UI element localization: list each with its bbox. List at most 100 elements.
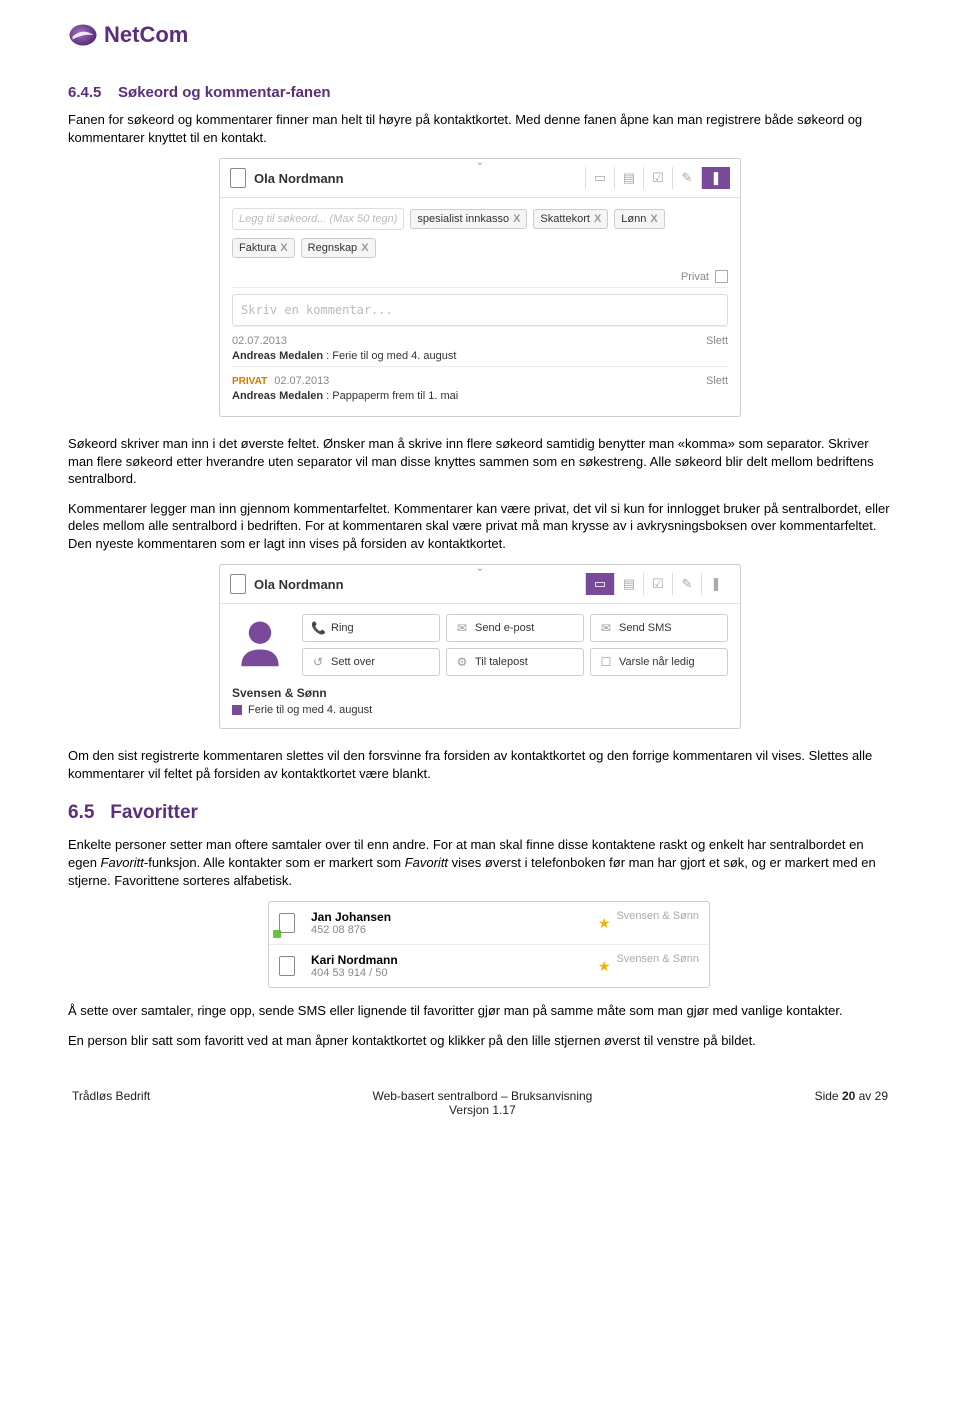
section-645-heading: 6.4.5 Søkeord og kommentar-fanen xyxy=(68,84,892,101)
footer-page-num: 20 xyxy=(842,1089,855,1103)
note-text: Ferie til og med 4. august xyxy=(248,704,372,716)
privat-checkbox[interactable] xyxy=(715,270,728,283)
text: -funksjon. Alle kontakter som er markert… xyxy=(144,855,405,870)
tag-lonn[interactable]: LønnX xyxy=(614,209,664,229)
btn-label: Til talepost xyxy=(475,656,528,668)
tab-card-icon[interactable]: ▤ xyxy=(614,573,643,595)
tab-details-icon[interactable]: ▭ xyxy=(585,167,614,189)
tag-skattekort[interactable]: Skattekort X xyxy=(533,209,608,229)
sett-over-button[interactable]: ↺ Sett over xyxy=(302,648,440,676)
tab-edit-icon[interactable]: ✎ xyxy=(672,167,701,189)
note-row: Ferie til og med 4. august xyxy=(232,704,728,716)
ring-button[interactable]: 📞 Ring xyxy=(302,614,440,642)
btn-label: Varsle når ledig xyxy=(619,656,695,668)
phone-icon xyxy=(279,956,295,976)
tag-row-2: FakturaX RegnskapX xyxy=(232,238,728,258)
footer-title: Web-basert sentralbord – Bruksanvisning xyxy=(372,1089,592,1103)
card2-contact-name: Ola Nordmann xyxy=(254,577,344,592)
send-epost-button[interactable]: ✉Send e-post xyxy=(446,614,584,642)
keyword-input[interactable]: Legg til søkeord... (Max 50 tegn) xyxy=(232,208,404,230)
privat-row: Privat xyxy=(232,266,728,288)
comment-body: Pappaperm frem til 1. mai xyxy=(332,390,458,402)
varsle-button[interactable]: ☐ Varsle når ledig xyxy=(590,648,728,676)
tag-label: Faktura xyxy=(239,242,276,254)
section-65-heading: 6.5 Favoritter xyxy=(68,802,892,824)
tag-regnskap[interactable]: RegnskapX xyxy=(301,238,376,258)
btn-label: Sett over xyxy=(331,656,375,668)
tag-row-1: Legg til søkeord... (Max 50 tegn) spesia… xyxy=(232,208,728,230)
tag-close-icon[interactable]: X xyxy=(280,242,287,254)
collapse-icon[interactable]: ⌄ xyxy=(476,563,484,574)
fav-name: Jan Johansen xyxy=(311,910,391,924)
delete-link[interactable]: Slett xyxy=(706,375,728,387)
para-645-4: Om den sist registrerte kommentaren slet… xyxy=(68,747,892,782)
favorite-row-2[interactable]: Kari Nordmann 404 53 914 / 50 ★ Svensen … xyxy=(269,945,709,987)
company-name: Svensen & Sønn xyxy=(232,686,728,700)
tag-close-icon[interactable]: X xyxy=(594,213,601,225)
send-sms-button[interactable]: ✉Send SMS xyxy=(590,614,728,642)
star-icon[interactable]: ★ xyxy=(598,915,611,932)
para-645-3: Kommentarer legger man inn gjennom komme… xyxy=(68,500,892,553)
transfer-icon: ↺ xyxy=(311,655,325,669)
section-65-title: Favoritter xyxy=(110,802,198,823)
text-italic: Favoritt xyxy=(101,855,144,870)
tag-close-icon[interactable]: X xyxy=(650,213,657,225)
contact-card-keywords: ⌄ Ola Nordmann ▭ ▤ ☑ ✎ ❚ Legg til søkeor… xyxy=(219,158,741,417)
favorite-row-1[interactable]: Jan Johansen 452 08 876 ★ Svensen & Sønn xyxy=(269,902,709,945)
tab-comment-icon[interactable]: ❚ xyxy=(701,573,730,595)
fav-name: Kari Nordmann xyxy=(311,953,398,967)
tag-label: Regnskap xyxy=(308,242,358,254)
notify-icon: ☐ xyxy=(599,655,613,669)
phone-icon xyxy=(230,574,246,594)
page-footer: Trådløs Bedrift Web-basert sentralbord –… xyxy=(68,1089,892,1117)
mail-icon: ✉ xyxy=(455,621,469,635)
avatar-icon xyxy=(232,614,288,670)
tab-comment-icon[interactable]: ❚ xyxy=(701,167,730,189)
favorites-list: Jan Johansen 452 08 876 ★ Svensen & Sønn… xyxy=(268,901,710,988)
tab-details-icon[interactable]: ▭ xyxy=(585,573,614,595)
para-65-1: Enkelte personer setter man oftere samta… xyxy=(68,836,892,889)
tag-close-icon[interactable]: X xyxy=(513,213,520,225)
card1-contact-name: Ola Nordmann xyxy=(254,171,344,186)
tag-spesialist[interactable]: spesialist innkasso X xyxy=(410,209,527,229)
card2-header: ⌄ Ola Nordmann ▭ ▤ ☑ ✎ ❚ xyxy=(220,565,740,604)
para-65-2: Å sette over samtaler, ringe opp, sende … xyxy=(68,1002,892,1020)
fav-company: Svensen & Sønn xyxy=(616,953,699,965)
brand-name: NetCom xyxy=(104,22,188,48)
comment-entry-2: PRIVAT 02.07.2013 Slett Andreas Medalen … xyxy=(232,366,728,406)
btn-label: Send SMS xyxy=(619,622,672,634)
card1-header: ⌄ Ola Nordmann ▭ ▤ ☑ ✎ ❚ xyxy=(220,159,740,198)
tag-label: Skattekort xyxy=(540,213,590,225)
tag-faktura[interactable]: Faktura X xyxy=(232,238,295,258)
card2-tabs: ▭ ▤ ☑ ✎ ❚ xyxy=(585,573,730,595)
comment-textarea[interactable]: Skriv en kommentar... xyxy=(232,294,728,326)
action-grid: 📞Ring ✉Send e-post ✉Send SMS ↺Sett over … xyxy=(302,614,728,676)
star-icon[interactable]: ★ xyxy=(598,958,611,975)
phone-icon: 📞 xyxy=(311,621,325,635)
fav-number: 452 08 876 xyxy=(311,924,391,936)
text-italic: Favoritt xyxy=(405,855,448,870)
tab-edit-icon[interactable]: ✎ xyxy=(672,573,701,595)
para-645-2: Søkeord skriver man inn i det øverste fe… xyxy=(68,435,892,488)
tab-check-icon[interactable]: ☑ xyxy=(643,167,672,189)
btn-label: Ring xyxy=(331,622,354,634)
brand-logo: NetCom xyxy=(68,20,892,50)
tag-label: spesialist innkasso xyxy=(417,213,509,225)
section-65-num: 6.5 xyxy=(68,802,94,823)
tag-close-icon[interactable]: X xyxy=(361,242,368,254)
swirl-icon xyxy=(68,20,98,50)
tab-card-icon[interactable]: ▤ xyxy=(614,167,643,189)
contact-card-front: ⌄ Ola Nordmann ▭ ▤ ☑ ✎ ❚ 📞 Ring ✉Send e-p… xyxy=(219,564,741,729)
footer-right: Side 20 av 29 xyxy=(815,1089,888,1117)
comment-author: Andreas Medalen xyxy=(232,390,323,402)
delete-link[interactable]: Slett xyxy=(706,335,728,347)
phone-icon xyxy=(279,913,295,933)
talepost-button[interactable]: ⚙Til talepost xyxy=(446,648,584,676)
section-645-title: Søkeord og kommentar-fanen xyxy=(118,84,331,101)
comment-date: 02.07.2013 xyxy=(232,335,287,347)
collapse-icon[interactable]: ⌄ xyxy=(476,157,484,168)
footer-center: Web-basert sentralbord – Bruksanvisning … xyxy=(372,1089,592,1117)
card1-tabs: ▭ ▤ ☑ ✎ ❚ xyxy=(585,167,730,189)
tab-check-icon[interactable]: ☑ xyxy=(643,573,672,595)
comment-body: Ferie til og med 4. august xyxy=(332,350,456,362)
